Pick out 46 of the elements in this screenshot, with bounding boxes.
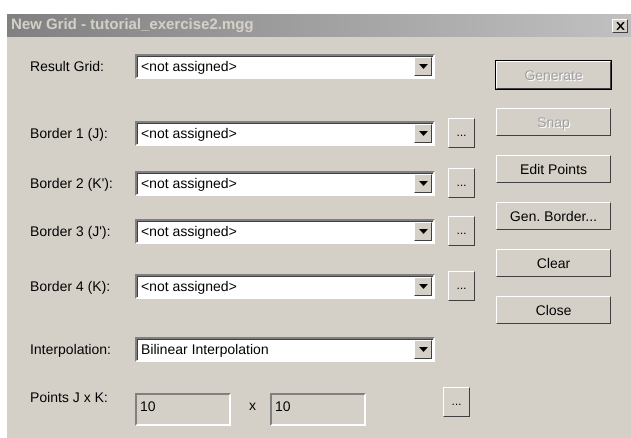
browse-button[interactable]: ... (448, 216, 475, 246)
dropdown-button[interactable] (414, 124, 432, 142)
close-button[interactable] (612, 18, 628, 32)
combo-box[interactable]: <not assigned> (135, 170, 435, 196)
browse-button[interactable]: ... (448, 118, 475, 148)
combo-box[interactable]: <not assigned> (135, 120, 435, 146)
down-arrow-icon (418, 346, 428, 352)
input-field[interactable]: 10 (135, 393, 231, 426)
field-label: Border 3 (J'): (30, 222, 112, 241)
dropdown-button[interactable] (414, 174, 432, 192)
window-title: New Grid - tutorial_exercise2.mgg (11, 15, 254, 36)
combo-value: <not assigned> (141, 276, 237, 296)
browse-button[interactable]: ... (448, 271, 475, 301)
dialog-button[interactable]: Gen. Border... (496, 202, 611, 230)
browse-button[interactable]: ... (448, 168, 475, 198)
separator-text: x (249, 396, 256, 415)
combo-value: Bilinear Interpolation (141, 340, 269, 359)
field-label: Border 2 (K'): (30, 174, 114, 193)
dropdown-button[interactable] (414, 56, 432, 76)
down-arrow-icon (418, 130, 428, 136)
dialog-button[interactable]: Close (496, 296, 611, 324)
dropdown-button[interactable] (414, 276, 432, 296)
dialog-button[interactable]: Clear (496, 249, 611, 277)
dialog-button[interactable]: Edit Points (496, 155, 611, 183)
input-field[interactable]: 10 (270, 393, 366, 426)
combo-value: <not assigned> (141, 124, 237, 143)
down-arrow-icon (418, 284, 428, 288)
field-label: Interpolation: (30, 340, 112, 359)
dropdown-button[interactable] (414, 340, 432, 358)
down-arrow-icon (418, 64, 428, 68)
combo-box[interactable]: <not assigned> (135, 274, 435, 298)
field-label: Border 1 (J): (30, 124, 109, 143)
combo-value: <not assigned> (141, 174, 237, 193)
close-icon (616, 22, 624, 30)
down-arrow-icon (418, 180, 428, 186)
combo-box[interactable]: <not assigned> (135, 218, 435, 244)
field-label: Border 4 (K): (30, 276, 112, 296)
combo-value: <not assigned> (141, 56, 237, 76)
combo-box[interactable]: <not assigned> (135, 54, 435, 78)
combo-value: <not assigned> (141, 222, 237, 241)
dropdown-button[interactable] (414, 222, 432, 240)
combo-box[interactable]: Bilinear Interpolation (135, 336, 435, 362)
browse-button[interactable]: ... (443, 387, 470, 417)
down-arrow-icon (418, 228, 428, 234)
field-label: Points J x K: (30, 388, 109, 407)
field-label: Result Grid: (30, 56, 105, 76)
